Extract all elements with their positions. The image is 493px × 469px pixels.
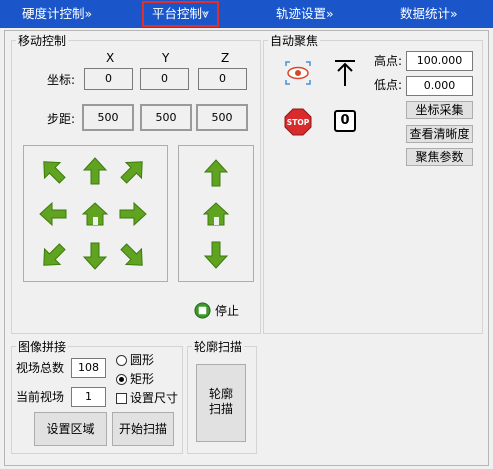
low-point-field[interactable]: 0.000 (406, 76, 473, 96)
high-point-label: 高点: (374, 54, 403, 68)
stop-label: 停止 (215, 304, 240, 318)
z-home-icon[interactable] (201, 199, 231, 229)
arrow-left-icon[interactable] (38, 199, 68, 229)
coord-z-field: 0 (198, 68, 247, 90)
contour-scan-button[interactable]: 轮廓 扫描 (196, 364, 246, 442)
arrow-up-left-icon[interactable] (38, 156, 68, 186)
coord-label: 坐标: (47, 73, 76, 87)
shape-circle-label: 圆形 (130, 353, 155, 367)
stop-sign-icon[interactable]: STOP (284, 108, 312, 136)
step-x-field[interactable]: 500 (82, 104, 134, 131)
image-stitch-title: 图像拼接 (16, 340, 69, 354)
set-size-checkbox[interactable] (116, 393, 127, 404)
set-area-button[interactable]: 设置区域 (34, 412, 107, 446)
coord-x-field: 0 (84, 68, 133, 90)
stop-sign-text: STOP (287, 118, 310, 127)
high-point-field[interactable]: 100.000 (406, 51, 473, 71)
coord-y-field: 0 (140, 68, 189, 90)
shape-circle-radio[interactable] (116, 355, 127, 366)
step-z-field[interactable]: 500 (196, 104, 248, 131)
shape-rect-radio[interactable] (116, 374, 127, 385)
home-icon[interactable] (80, 199, 110, 229)
arrow-down-left-icon[interactable] (38, 241, 68, 271)
shape-rect-label: 矩形 (130, 372, 155, 386)
contour-scan-line-1: 轮廓 (208, 387, 233, 401)
current-field-field: 1 (71, 387, 106, 407)
axis-x-label: X (106, 51, 115, 65)
axis-y-label: Y (162, 51, 170, 65)
current-field-label: 当前视场 (16, 390, 65, 404)
total-fields-label: 视场总数 (16, 361, 65, 375)
contour-scan-title: 轮廓扫描 (192, 340, 245, 354)
z-arrow-down-icon[interactable] (201, 240, 231, 270)
coord-collect-button[interactable]: 坐标采集 (406, 101, 473, 119)
move-to-top-icon[interactable] (332, 58, 358, 88)
arrow-down-right-icon[interactable] (118, 241, 148, 271)
top-nav: 硬度计控制» 平台控制⩔ 轨迹设置» 数据统计» (0, 0, 493, 28)
focus-counter: 0 (334, 110, 356, 132)
step-label: 步距: (47, 112, 76, 126)
start-scan-button[interactable]: 开始扫描 (112, 412, 174, 446)
arrow-right-icon[interactable] (118, 199, 148, 229)
nav-platform-control[interactable]: 平台控制⩔ (142, 1, 220, 27)
nav-data-statistics[interactable]: 数据统计» (400, 0, 458, 28)
nav-path-settings[interactable]: 轨迹设置» (276, 0, 334, 28)
low-point-label: 低点: (374, 78, 403, 92)
stop-button[interactable]: 停止 (194, 301, 244, 321)
nav-hardness-control[interactable]: 硬度计控制» (22, 0, 92, 28)
auto-focus-title: 自动聚焦 (268, 34, 321, 48)
arrow-up-icon[interactable] (80, 156, 110, 186)
contour-scan-line-2: 扫描 (208, 402, 233, 416)
set-size-label: 设置尺寸 (130, 391, 179, 405)
focus-params-button[interactable]: 聚焦参数 (406, 148, 473, 166)
stop-circle-icon (194, 302, 211, 319)
arrow-up-right-icon[interactable] (118, 156, 148, 186)
step-y-field[interactable]: 500 (140, 104, 192, 131)
arrow-down-icon[interactable] (80, 241, 110, 271)
total-fields-field: 108 (71, 358, 106, 378)
axis-z-label: Z (221, 51, 230, 65)
z-arrow-up-icon[interactable] (201, 158, 231, 188)
view-sharpness-button[interactable]: 查看清晰度 (406, 125, 473, 143)
eye-focus-icon[interactable] (284, 60, 312, 86)
move-control-title: 移动控制 (16, 34, 69, 48)
